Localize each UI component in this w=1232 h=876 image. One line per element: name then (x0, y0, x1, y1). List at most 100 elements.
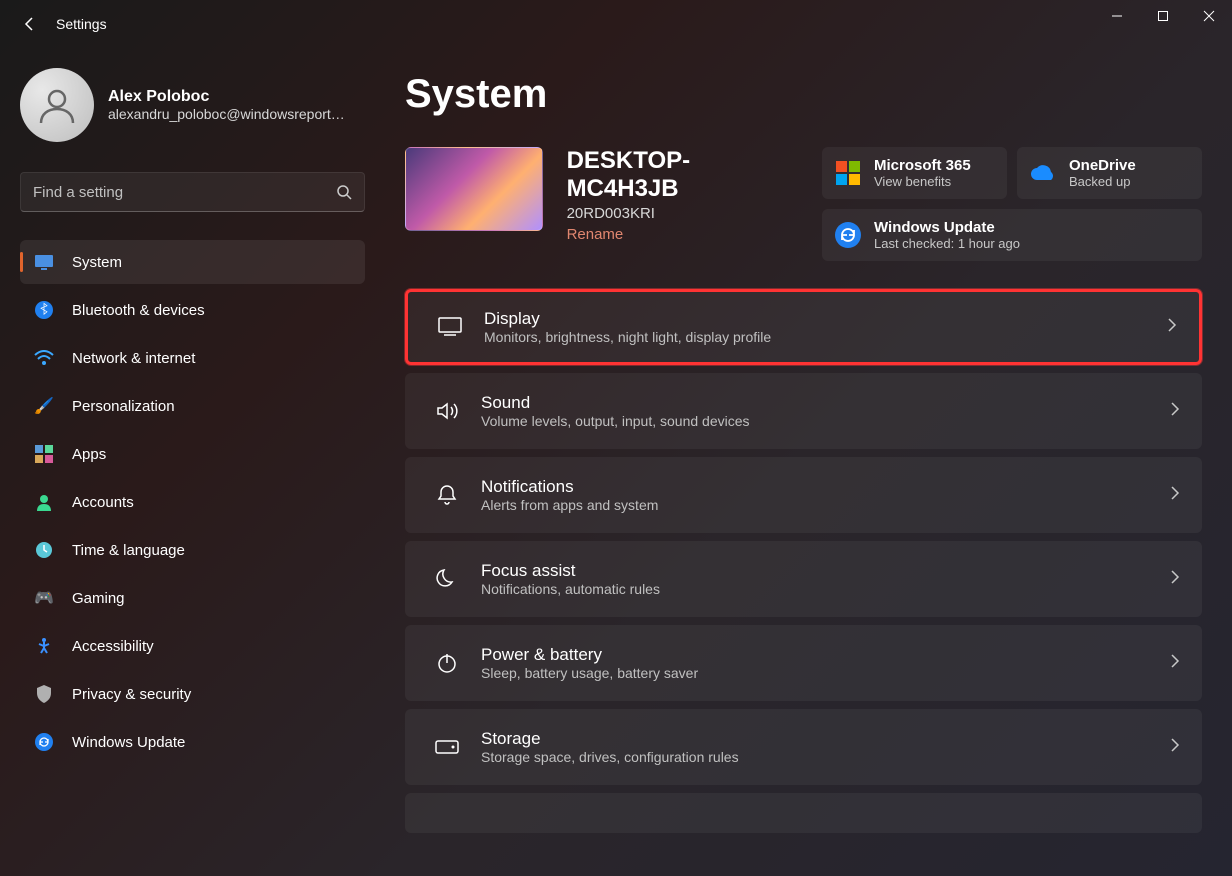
search-icon (336, 184, 352, 200)
microsoft-logo-icon (834, 159, 862, 187)
device-block: DESKTOP-MC4H3JB 20RD003KRI Rename (405, 147, 798, 261)
chevron-right-icon (1170, 737, 1180, 758)
storage-icon (427, 740, 467, 754)
moon-icon (427, 568, 467, 590)
header-row: DESKTOP-MC4H3JB 20RD003KRI Rename Micros… (405, 147, 1202, 261)
setting-title: Sound (481, 393, 1170, 413)
profile-name: Alex Poloboc (108, 88, 345, 106)
setting-focus-assist[interactable]: Focus assist Notifications, automatic ru… (405, 541, 1202, 617)
status-cards: Microsoft 365 View benefits OneDrive Bac… (822, 147, 1202, 261)
setting-desc: Monitors, brightness, night light, displ… (484, 329, 1167, 345)
profile[interactable]: Alex Poloboc alexandru_poloboc@windowsre… (20, 68, 365, 142)
chevron-right-icon (1170, 569, 1180, 590)
card-microsoft365[interactable]: Microsoft 365 View benefits (822, 147, 1007, 199)
setting-desc: Notifications, automatic rules (481, 581, 1170, 597)
sidebar-item-label: Apps (72, 446, 106, 463)
card-title: OneDrive (1069, 157, 1136, 174)
sidebar-item-label: Bluetooth & devices (72, 302, 205, 319)
card-windows-update[interactable]: Windows Update Last checked: 1 hour ago (822, 209, 1202, 261)
setting-title: Power & battery (481, 645, 1170, 665)
refresh-icon (834, 221, 862, 249)
back-button[interactable] (20, 14, 40, 34)
card-sub: Backed up (1069, 174, 1136, 189)
setting-desc: Alerts from apps and system (481, 497, 1170, 513)
sidebar-item-update[interactable]: Windows Update (20, 720, 365, 764)
setting-title: Notifications (481, 477, 1170, 497)
setting-power[interactable]: Power & battery Sleep, battery usage, ba… (405, 625, 1202, 701)
setting-sound[interactable]: Sound Volume levels, output, input, soun… (405, 373, 1202, 449)
device-name: DESKTOP-MC4H3JB (567, 147, 798, 203)
setting-display[interactable]: Display Monitors, brightness, night ligh… (405, 289, 1202, 365)
setting-desc: Sleep, battery usage, battery saver (481, 665, 1170, 681)
close-icon (1203, 10, 1215, 22)
chevron-right-icon (1167, 317, 1177, 338)
sidebar-item-gaming[interactable]: 🎮 Gaming (20, 576, 365, 620)
sidebar-item-system[interactable]: System (20, 240, 365, 284)
sidebar-item-privacy[interactable]: Privacy & security (20, 672, 365, 716)
setting-desc: Volume levels, output, input, sound devi… (481, 413, 1170, 429)
minimize-icon (1111, 10, 1123, 22)
sidebar-item-bluetooth[interactable]: Bluetooth & devices (20, 288, 365, 332)
close-button[interactable] (1186, 0, 1232, 32)
sidebar-nav: System Bluetooth & devices Network & int… (20, 240, 365, 764)
search-box[interactable] (20, 172, 365, 212)
refresh-icon (34, 732, 54, 752)
card-sub: View benefits (874, 174, 971, 189)
maximize-button[interactable] (1140, 0, 1186, 32)
profile-email: alexandru_poloboc@windowsreport… (108, 106, 345, 122)
sidebar-item-label: Network & internet (72, 350, 195, 367)
sidebar: Alex Poloboc alexandru_poloboc@windowsre… (0, 48, 385, 876)
person-icon (35, 83, 79, 127)
accessibility-icon (34, 636, 54, 656)
card-onedrive[interactable]: OneDrive Backed up (1017, 147, 1202, 199)
sidebar-item-label: System (72, 254, 122, 271)
sound-icon (427, 401, 467, 421)
brush-icon: 🖌️ (34, 396, 54, 416)
shield-icon (34, 684, 54, 704)
sidebar-item-personalization[interactable]: 🖌️ Personalization (20, 384, 365, 428)
card-sub: Last checked: 1 hour ago (874, 236, 1020, 251)
main-content: System DESKTOP-MC4H3JB 20RD003KRI Rename… (385, 48, 1232, 876)
card-title: Windows Update (874, 219, 1020, 236)
chevron-right-icon (1170, 485, 1180, 506)
sidebar-item-time[interactable]: Time & language (20, 528, 365, 572)
minimize-button[interactable] (1094, 0, 1140, 32)
chevron-right-icon (1170, 653, 1180, 674)
setting-storage[interactable]: Storage Storage space, drives, configura… (405, 709, 1202, 785)
display-icon (430, 317, 470, 337)
card-title: Microsoft 365 (874, 157, 971, 174)
window-title: Settings (56, 16, 107, 32)
bluetooth-icon (34, 300, 54, 320)
rename-link[interactable]: Rename (567, 226, 798, 243)
page-title: System (405, 72, 1202, 117)
titlebar: Settings (0, 0, 1232, 48)
power-icon (427, 652, 467, 674)
sidebar-item-label: Accounts (72, 494, 134, 511)
bell-icon (427, 484, 467, 506)
sidebar-item-apps[interactable]: Apps (20, 432, 365, 476)
chevron-right-icon (1170, 401, 1180, 422)
sidebar-item-label: Personalization (72, 398, 175, 415)
setting-title: Storage (481, 729, 1170, 749)
search-input[interactable] (33, 184, 336, 201)
setting-next-partial[interactable] (405, 793, 1202, 833)
sidebar-item-label: Time & language (72, 542, 185, 559)
setting-title: Display (484, 309, 1167, 329)
window-controls (1094, 0, 1232, 32)
sidebar-item-label: Privacy & security (72, 686, 191, 703)
clock-icon (34, 540, 54, 560)
device-wallpaper-thumb (405, 147, 543, 231)
arrow-left-icon (22, 16, 38, 32)
sidebar-item-accessibility[interactable]: Accessibility (20, 624, 365, 668)
sidebar-item-network[interactable]: Network & internet (20, 336, 365, 380)
setting-title: Focus assist (481, 561, 1170, 581)
setting-notifications[interactable]: Notifications Alerts from apps and syste… (405, 457, 1202, 533)
apps-icon (34, 444, 54, 464)
sidebar-item-label: Accessibility (72, 638, 154, 655)
sidebar-item-label: Windows Update (72, 734, 185, 751)
sidebar-item-accounts[interactable]: Accounts (20, 480, 365, 524)
device-model: 20RD003KRI (567, 205, 798, 222)
maximize-icon (1157, 10, 1169, 22)
game-icon: 🎮 (34, 588, 54, 608)
avatar (20, 68, 94, 142)
